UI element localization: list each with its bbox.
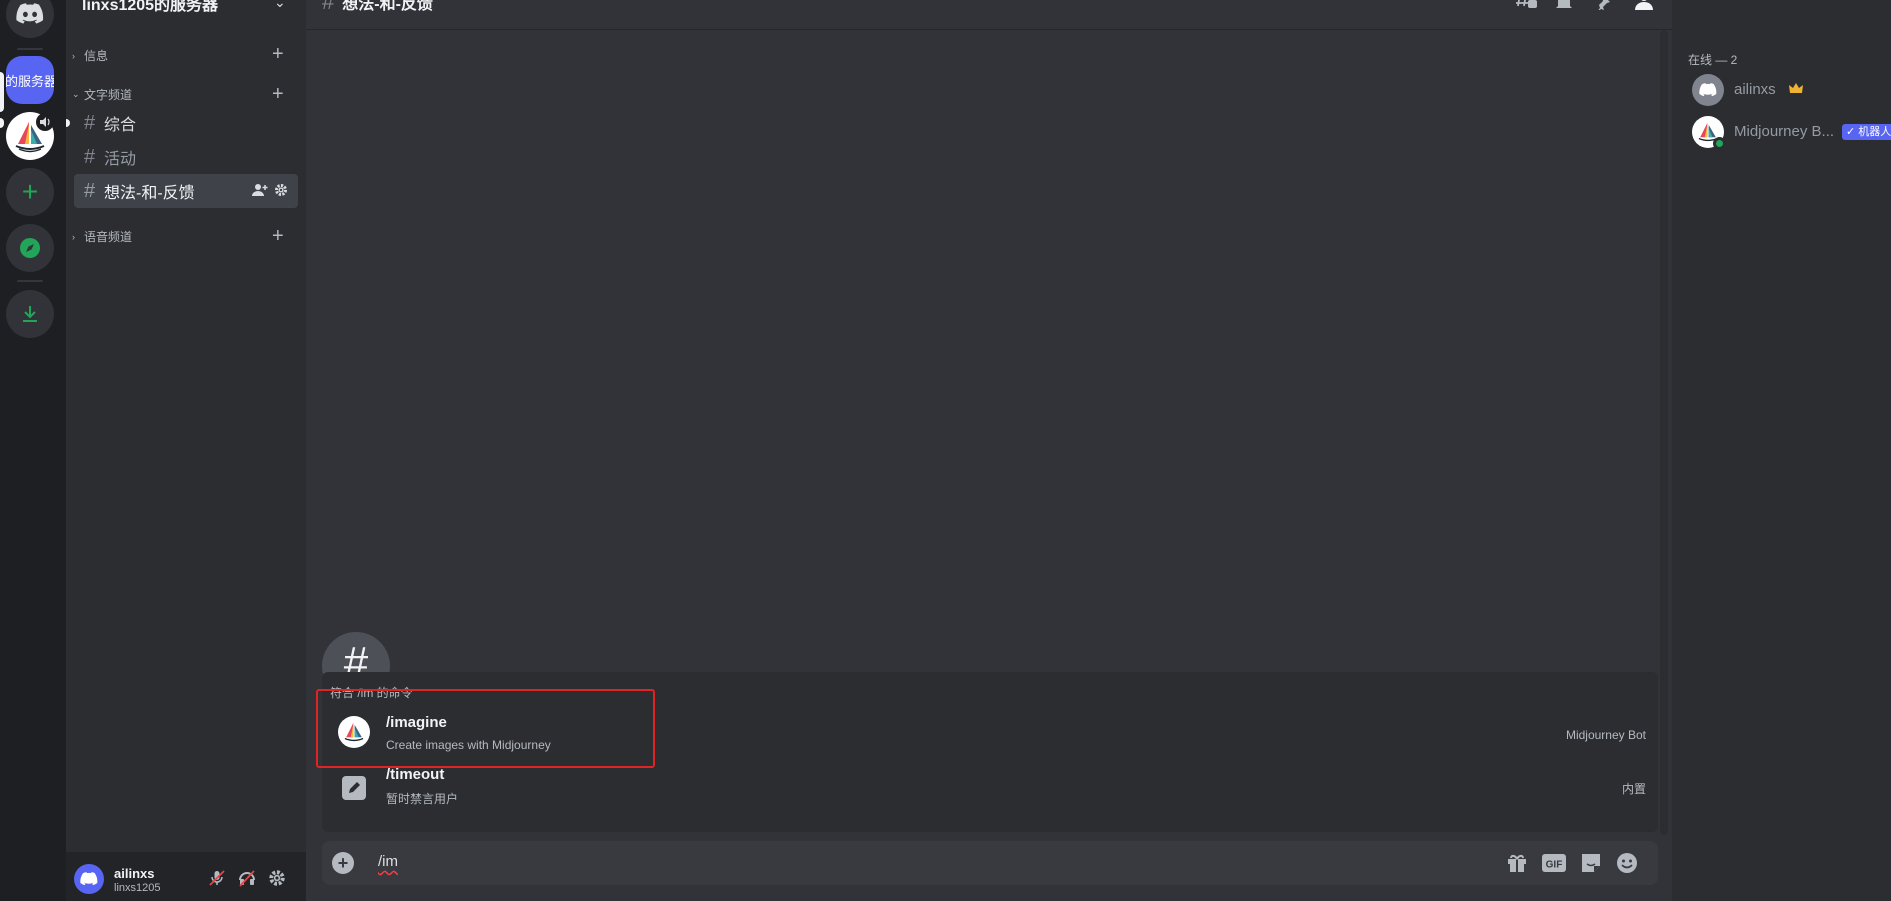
hashtag-icon: # bbox=[322, 0, 335, 14]
headphones-muted-icon[interactable] bbox=[238, 869, 256, 892]
category-info[interactable]: › 信息 bbox=[72, 47, 108, 64]
rail-separator bbox=[17, 48, 43, 50]
download-apps-button[interactable] bbox=[6, 290, 54, 338]
chevron-right-icon: › bbox=[72, 50, 75, 61]
channel-item-想法-和-反馈[interactable]: # 想法-和-反馈 bbox=[74, 174, 298, 208]
chat-scrollbar[interactable] bbox=[1660, 30, 1668, 835]
category-label: 文字频道 bbox=[84, 88, 133, 102]
explore-servers-button[interactable] bbox=[6, 224, 54, 272]
attach-plus-button[interactable]: + bbox=[332, 852, 354, 874]
add-channel-plus-icon[interactable]: + bbox=[272, 226, 284, 246]
channel-label: 想法-和-反馈 bbox=[104, 185, 195, 202]
speaker-icon bbox=[36, 113, 54, 131]
channel-item-活动[interactable]: # 活动 bbox=[74, 140, 298, 174]
rail-separator bbox=[17, 280, 43, 282]
channel-label: 综合 bbox=[104, 117, 137, 134]
plus-icon: + bbox=[337, 853, 349, 873]
invite-icon[interactable] bbox=[252, 183, 268, 202]
command-source: Midjourney Bot bbox=[1565, 728, 1646, 742]
gift-icon[interactable] bbox=[1506, 852, 1528, 879]
command-item-timeout[interactable]: /timeout 暂时禁言用户 内置 bbox=[322, 764, 1658, 820]
member-item-ailinxs[interactable]: ailinxs bbox=[1688, 72, 1888, 114]
category-text-channels[interactable]: ⌄ 文字频道 bbox=[72, 86, 132, 103]
user-display-name: ailinxs bbox=[114, 866, 155, 881]
pin-icon[interactable] bbox=[1592, 0, 1610, 15]
pencil-icon bbox=[349, 782, 360, 793]
chevron-down-icon[interactable]: ⌄ bbox=[274, 0, 286, 11]
user-panel: ailinxs linxs1205 bbox=[66, 852, 306, 901]
bell-icon[interactable] bbox=[1555, 0, 1573, 15]
page-title: 想法-和-反馈 bbox=[342, 0, 433, 13]
member-name: ailinxs bbox=[1734, 81, 1776, 98]
hashtag-icon: # bbox=[84, 179, 96, 202]
discord-icon bbox=[80, 872, 98, 886]
hashtag-icon: # bbox=[84, 111, 96, 134]
emoji-icon[interactable] bbox=[1616, 852, 1638, 879]
category-label: 语音频道 bbox=[84, 230, 133, 244]
channel-label: 活动 bbox=[104, 151, 137, 168]
channel-item-综合[interactable]: # 综合 bbox=[74, 106, 298, 140]
message-input[interactable]: /im bbox=[378, 853, 398, 870]
user-username: linxs1205 bbox=[114, 882, 161, 894]
avatar bbox=[1692, 74, 1724, 106]
chevron-right-icon: › bbox=[72, 231, 75, 242]
discord-home-button[interactable] bbox=[6, 0, 54, 38]
selected-indicator bbox=[0, 72, 4, 112]
highlight-box bbox=[316, 689, 655, 768]
header-divider bbox=[306, 29, 1672, 30]
gif-icon[interactable]: GIF bbox=[1542, 853, 1566, 878]
command-source: 内置 bbox=[1621, 782, 1646, 796]
svg-text:GIF: GIF bbox=[1546, 860, 1563, 871]
microphone-muted-icon[interactable] bbox=[208, 869, 226, 892]
sticker-icon[interactable] bbox=[1580, 852, 1602, 879]
download-icon bbox=[23, 306, 37, 322]
threads-icon[interactable] bbox=[1516, 0, 1538, 15]
add-channel-plus-icon[interactable]: + bbox=[272, 44, 284, 64]
message-input-bar[interactable]: + /im GIF bbox=[322, 841, 1658, 885]
member-group-header: 在线 — 2 bbox=[1688, 53, 1738, 67]
member-name: Midjourney B... bbox=[1734, 123, 1835, 140]
discord-icon bbox=[16, 3, 44, 24]
user-settings-gear-icon[interactable] bbox=[268, 869, 286, 892]
message-input-value: /im bbox=[378, 853, 398, 870]
discord-icon bbox=[1699, 83, 1717, 97]
avatar[interactable] bbox=[74, 864, 104, 894]
gear-icon[interactable] bbox=[274, 183, 288, 202]
server-header[interactable]: linxs1205的服务器 bbox=[66, 0, 306, 20]
server-icon-linxs1205[interactable]: 的服务器 bbox=[6, 56, 54, 104]
plus-icon: + bbox=[21, 176, 39, 207]
command-description: 暂时禁言用户 bbox=[386, 792, 459, 806]
member-list-icon[interactable] bbox=[1633, 0, 1655, 15]
add-server-button[interactable]: + bbox=[6, 168, 54, 216]
command-name: /timeout bbox=[386, 766, 445, 783]
user-info[interactable]: ailinxs linxs1205 bbox=[114, 866, 160, 894]
member-item-midjourney-bot[interactable]: Midjourney B... ✓ 机器人 bbox=[1688, 114, 1891, 158]
online-status-dot bbox=[1713, 137, 1726, 150]
crown-icon bbox=[1789, 82, 1803, 100]
hashtag-icon: # bbox=[84, 145, 96, 168]
builtin-command-icon bbox=[342, 776, 366, 800]
server-name: linxs1205的服务器 bbox=[82, 0, 219, 14]
category-voice-channels[interactable]: › 语音频道 bbox=[72, 228, 132, 245]
unread-indicator bbox=[0, 118, 4, 128]
chevron-down-icon: ⌄ bbox=[72, 89, 80, 99]
server-pill-label: 的服务器 bbox=[6, 73, 54, 89]
channel-header: # 想法-和-反馈 bbox=[322, 0, 433, 14]
bot-badge: ✓ 机器人 bbox=[1842, 124, 1891, 140]
server-rail: 的服务器 + bbox=[0, 0, 66, 901]
add-channel-plus-icon[interactable]: + bbox=[272, 84, 284, 104]
category-label: 信息 bbox=[84, 49, 109, 63]
compass-icon bbox=[20, 238, 40, 258]
